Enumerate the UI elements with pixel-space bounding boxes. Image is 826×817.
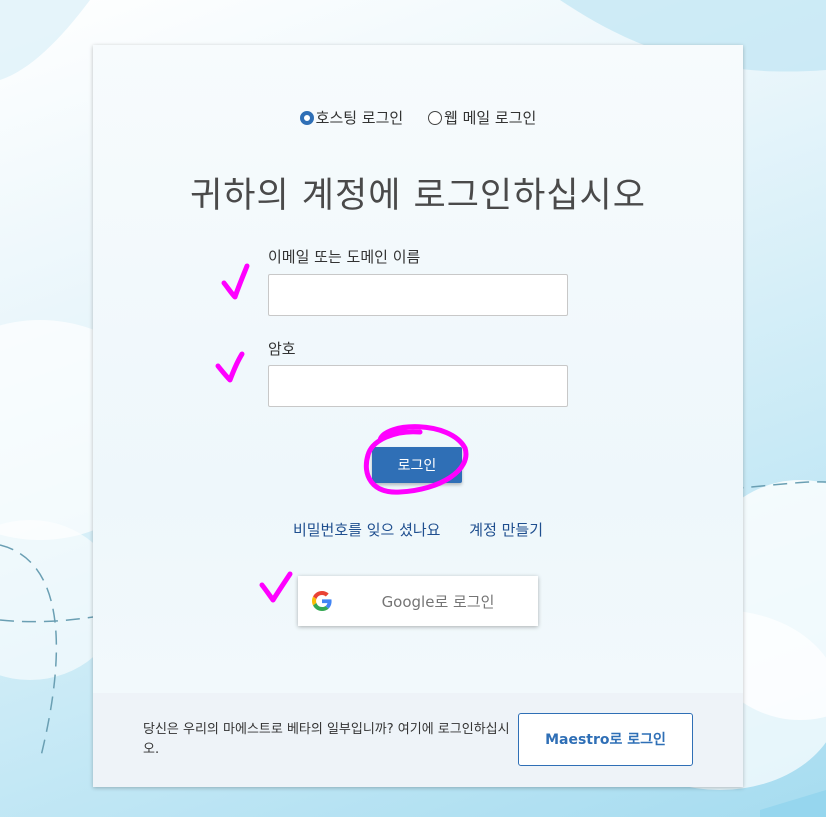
radio-checked-icon[interactable] [299, 110, 314, 125]
radio-unchecked-icon[interactable] [428, 110, 442, 125]
maestro-login-button[interactable]: Maestro로 로그인 [518, 713, 693, 766]
account-links: 비밀번호를 잊으 셨나요 계정 만들기 [93, 519, 743, 540]
google-login-button[interactable]: Google로 로그인 [298, 576, 538, 626]
login-type-selector: 호스팅 로그인 웹 메일 로그인 [93, 107, 743, 129]
radio-hosting-label[interactable]: 호스팅 로그인 [316, 107, 404, 128]
footer-bar: 당신은 우리의 마에스트로 베타의 일부입니까? 여기에 로그인하십시오. Ma… [93, 693, 743, 787]
google-login-label: Google로 로그인 [381, 593, 495, 611]
maestro-beta-text: 당신은 우리의 마에스트로 베타의 일부입니까? 여기에 로그인하십시오. [143, 722, 510, 757]
google-g-icon [312, 591, 332, 611]
login-card: 호스팅 로그인 웹 메일 로그인 귀하의 계정에 로그인하십시오 이메일 또는 … [93, 45, 743, 787]
password-label: 암호 [268, 340, 296, 358]
radio-hosting-login[interactable]: 호스팅 로그인 [299, 107, 404, 128]
forgot-password-link[interactable]: 비밀번호를 잊으 셨나요 [293, 521, 441, 539]
email-label: 이메일 또는 도메인 이름 [268, 248, 421, 266]
radio-webmail-login[interactable]: 웹 메일 로그인 [428, 107, 536, 128]
create-account-link[interactable]: 계정 만들기 [469, 521, 543, 539]
login-button[interactable]: 로그인 [372, 447, 462, 483]
page-title: 귀하의 계정에 로그인하십시오 [190, 176, 646, 216]
email-field[interactable] [268, 274, 568, 316]
radio-webmail-label[interactable]: 웹 메일 로그인 [444, 107, 536, 128]
password-field[interactable] [268, 365, 568, 407]
